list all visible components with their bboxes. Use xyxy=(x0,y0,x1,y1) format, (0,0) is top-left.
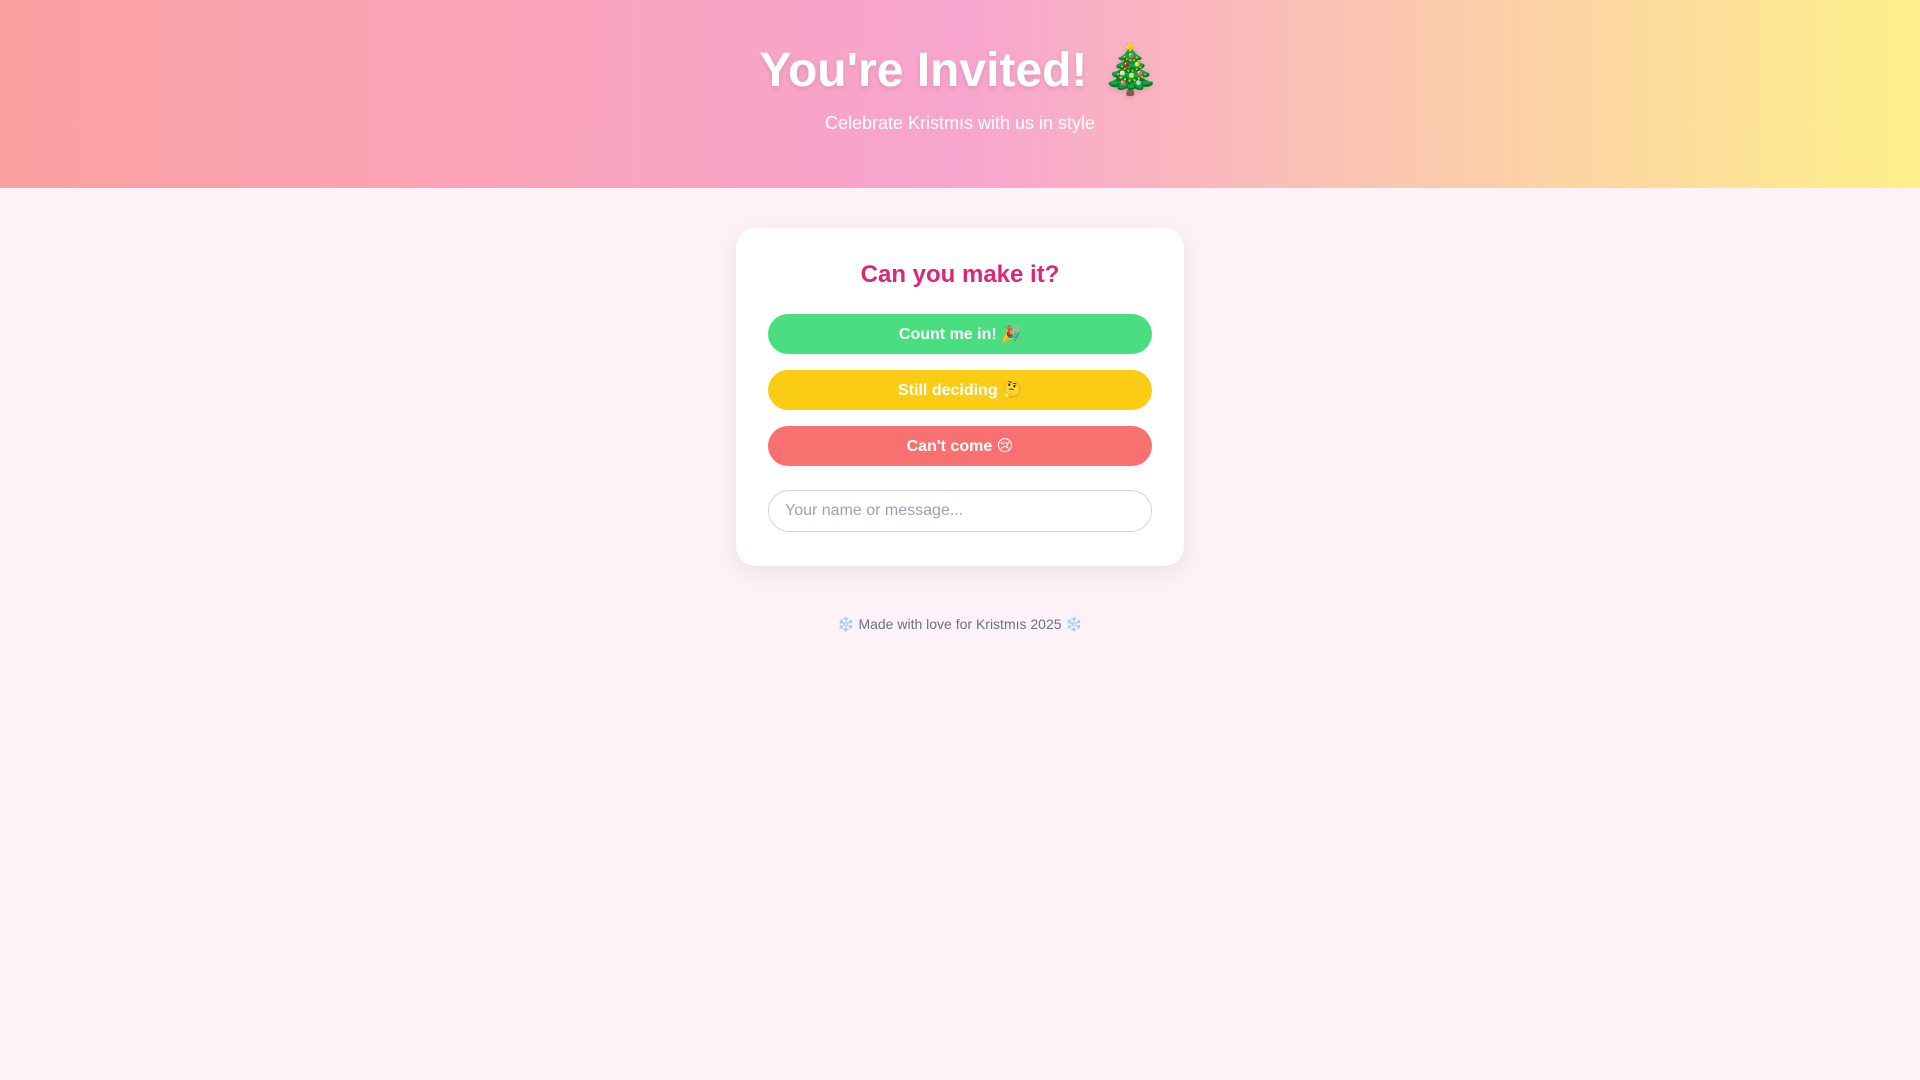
rsvp-card: Can you make it? Count me in! 🎉 Still de… xyxy=(736,228,1184,566)
cant-come-button[interactable]: Can't come 😢 xyxy=(768,426,1152,466)
page-subtitle: Celebrate Kristmıs with us in style xyxy=(824,113,1096,133)
rsvp-question: Can you make it? xyxy=(860,261,1060,288)
name-message-input[interactable] xyxy=(768,490,1152,532)
hero-banner: You're Invited! 🎄 Celebrate Kristmıs wit… xyxy=(0,0,1920,188)
footer-text: ❄️ Made with love for Kristmıs 2025 ❄️ xyxy=(837,616,1083,632)
count-me-in-button[interactable]: Count me in! 🎉 xyxy=(768,314,1152,354)
still-deciding-button[interactable]: Still deciding 🤔 xyxy=(768,370,1152,410)
page-title: You're Invited! 🎄 xyxy=(759,44,1161,97)
